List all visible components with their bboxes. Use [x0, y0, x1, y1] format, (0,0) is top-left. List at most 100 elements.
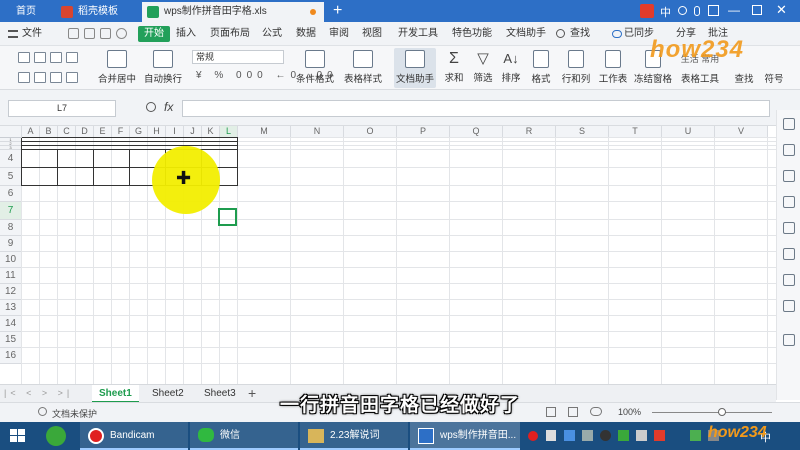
- print-icon[interactable]: [100, 28, 111, 39]
- row-header-11[interactable]: 11: [0, 268, 22, 284]
- zoom-slider-thumb[interactable]: [718, 408, 726, 416]
- table-icon[interactable]: [783, 196, 795, 208]
- menu-insert[interactable]: 插入: [176, 26, 196, 42]
- formula-input[interactable]: [182, 100, 770, 117]
- zoom-level[interactable]: 100%: [618, 407, 641, 417]
- save-icon[interactable]: [68, 28, 79, 39]
- row-header-15[interactable]: 15: [0, 332, 22, 348]
- active-cell[interactable]: [218, 208, 237, 226]
- row-header-5[interactable]: 5: [0, 168, 22, 186]
- menu-page-layout[interactable]: 页面布局: [210, 26, 250, 42]
- menu-start[interactable]: 开始: [138, 26, 170, 42]
- name-box[interactable]: L7: [8, 100, 116, 117]
- taskbar-bandicam[interactable]: Bandicam: [80, 422, 188, 450]
- browser-icon[interactable]: [46, 426, 66, 446]
- doc-helper-button[interactable]: 文档助手: [394, 48, 436, 88]
- format-button[interactable]: 格式: [528, 48, 554, 88]
- tab-document[interactable]: wps制作拼音田字格.xls: [142, 2, 324, 22]
- close-button[interactable]: ✕: [776, 2, 787, 18]
- distribute-icon[interactable]: [66, 72, 78, 83]
- taskbar-folder[interactable]: 2.23解说词: [300, 422, 408, 450]
- tab-docer-templates[interactable]: 稻壳模板: [56, 2, 140, 22]
- taskbar-wps[interactable]: wps制作拼音田...: [410, 422, 520, 450]
- tray-app-icon[interactable]: [636, 430, 647, 441]
- number-format-select[interactable]: 常规: [192, 50, 284, 64]
- tray-app-icon[interactable]: [690, 430, 701, 441]
- wrap-text-button[interactable]: 自动换行: [142, 48, 184, 88]
- mic-icon[interactable]: [694, 6, 700, 16]
- export-pdf-icon[interactable]: [84, 28, 95, 39]
- menu-search[interactable]: 查找: [570, 26, 590, 42]
- menu-data[interactable]: 数据: [296, 26, 316, 42]
- row-header-12[interactable]: 12: [0, 284, 22, 300]
- menu-file[interactable]: 文件: [22, 26, 42, 42]
- chart-icon[interactable]: [783, 248, 795, 260]
- menu-special[interactable]: 特色功能: [452, 26, 492, 42]
- taskbar-wechat[interactable]: 微信: [190, 422, 298, 450]
- menu-doc-helper[interactable]: 文档助手: [506, 26, 546, 42]
- align-left-icon[interactable]: [18, 72, 30, 83]
- eye-protect-icon[interactable]: [590, 407, 602, 416]
- sum-button[interactable]: Σ 求和: [440, 48, 468, 88]
- align-middle-icon[interactable]: [34, 52, 46, 63]
- minimize-button[interactable]: —: [728, 3, 740, 17]
- crop-icon[interactable]: [783, 222, 795, 234]
- row-header-9[interactable]: 9: [0, 236, 22, 252]
- tray-security-icon[interactable]: [618, 430, 629, 441]
- settings-icon[interactable]: [783, 300, 795, 312]
- align-top-icon[interactable]: [18, 52, 30, 63]
- page-break-icon[interactable]: [568, 407, 578, 417]
- sogou-ime-icon[interactable]: [640, 4, 654, 18]
- keyboard-icon[interactable]: [708, 5, 719, 16]
- undo-icon[interactable]: [116, 28, 127, 39]
- symbol-button[interactable]: 符号: [760, 48, 788, 88]
- sheet-tab-3[interactable]: Sheet3: [197, 385, 243, 403]
- row-header-16[interactable]: 16: [0, 348, 22, 364]
- align-bottom-icon[interactable]: [50, 52, 62, 63]
- merge-center-button[interactable]: 合并居中: [94, 48, 140, 88]
- menu-view[interactable]: 视图: [362, 26, 382, 42]
- normal-view-icon[interactable]: [546, 407, 556, 417]
- search-icon[interactable]: [556, 29, 565, 38]
- wrap-left-icon[interactable]: [66, 52, 78, 63]
- tray-app-icon[interactable]: [582, 430, 593, 441]
- tray-bell-icon[interactable]: [546, 430, 556, 441]
- fx-label[interactable]: fx: [164, 100, 173, 114]
- sheet-nav-arrows[interactable]: |< < > >|: [4, 388, 73, 398]
- sort-button[interactable]: A↓ 排序: [498, 48, 524, 88]
- link-icon[interactable]: [783, 144, 795, 156]
- align-right-icon[interactable]: [50, 72, 62, 83]
- windows-start-icon[interactable]: [10, 429, 26, 443]
- ime-mode-icon[interactable]: 中: [660, 4, 671, 20]
- table-style-button[interactable]: 表格样式: [340, 48, 386, 88]
- tab-home[interactable]: 首页: [0, 2, 54, 22]
- row-header-7[interactable]: 7: [0, 202, 22, 220]
- sheet-tab-2[interactable]: Sheet2: [145, 385, 191, 403]
- menu-dev-tools[interactable]: 开发工具: [398, 26, 438, 42]
- conditional-format-button[interactable]: 条件格式: [292, 48, 338, 88]
- tray-app-icon[interactable]: [654, 430, 665, 441]
- backup-icon[interactable]: [783, 334, 795, 346]
- row-header-14[interactable]: 14: [0, 316, 22, 332]
- menu-formula[interactable]: 公式: [262, 26, 282, 42]
- maximize-button[interactable]: [752, 5, 762, 15]
- punct-icon[interactable]: [678, 6, 687, 15]
- new-tab-button[interactable]: +: [333, 1, 342, 21]
- align-center-icon[interactable]: [34, 72, 46, 83]
- hamburger-icon[interactable]: [8, 30, 18, 38]
- zoom-search-icon[interactable]: [146, 102, 156, 112]
- worksheet-button[interactable]: 工作表: [598, 48, 628, 88]
- row-header-6[interactable]: 6: [0, 186, 22, 202]
- sheet-tab-1[interactable]: Sheet1: [92, 385, 139, 403]
- row-header-10[interactable]: 10: [0, 252, 22, 268]
- protect-status[interactable]: 文档未保护: [52, 407, 97, 420]
- rows-cols-button[interactable]: 行和列: [558, 48, 594, 88]
- tray-record-icon[interactable]: [528, 431, 538, 441]
- add-sheet-button[interactable]: +: [248, 385, 256, 401]
- row-header-13[interactable]: 13: [0, 300, 22, 316]
- shape-icon[interactable]: [783, 170, 795, 182]
- filter-button[interactable]: ▽ 筛选: [470, 48, 496, 88]
- tray-app-icon[interactable]: [564, 430, 575, 441]
- spreadsheet-grid[interactable]: ABCDEFGHIJKLMNOPQRSTUV 1 2 3 4 5 6 7 8 9 10 11 12 13…: [0, 126, 776, 384]
- row-header-4[interactable]: 4: [0, 150, 22, 168]
